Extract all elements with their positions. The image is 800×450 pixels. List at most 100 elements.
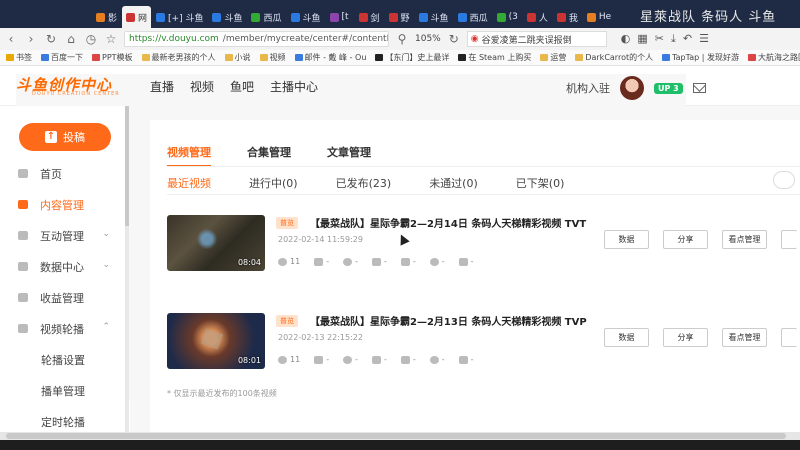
bookmark-item[interactable]: PPT模板 bbox=[92, 52, 133, 63]
extension-icon[interactable]: ◐ bbox=[621, 32, 631, 46]
browser-tab[interactable]: 斗鱼 bbox=[287, 6, 325, 28]
browser-tab[interactable]: He bbox=[583, 6, 615, 28]
browser-tab[interactable]: 西瓜 bbox=[454, 6, 492, 28]
browser-tab[interactable]: [t bbox=[326, 6, 354, 28]
sidebar-item-revenue[interactable]: 收益管理 bbox=[0, 282, 126, 313]
nav-anchor-center[interactable]: 主播中心 bbox=[270, 78, 318, 95]
bookmark-item[interactable]: 邮件 - 戴 峰 - Ou bbox=[294, 52, 366, 63]
bookmark-item[interactable]: 视频 bbox=[259, 52, 286, 63]
bookmark-item[interactable]: 大航海之路国服 bbox=[747, 52, 800, 63]
share-screen-icon bbox=[458, 257, 468, 266]
scrollbar-thumb[interactable] bbox=[125, 106, 129, 226]
bookmark-item[interactable]: DarkCarrot的个人 bbox=[575, 52, 653, 63]
video-title[interactable]: 【最菜战队】星际争霸2—2月13日 条码人天梯精彩视频 TVP bbox=[310, 313, 587, 328]
filter-published[interactable]: 已发布(23) bbox=[336, 175, 392, 191]
browser-tab-strip: 影 网 [+] 斗鱼 斗鱼 西瓜 斗鱼 [t 剑 野 斗鱼 西瓜 (3 人 我 … bbox=[0, 0, 800, 28]
sidebar-item-data[interactable]: 数据中心 ⌄ bbox=[0, 251, 126, 282]
more-button[interactable] bbox=[781, 230, 797, 249]
undo-icon[interactable]: ↶ bbox=[683, 32, 692, 46]
nav-yuba[interactable]: 鱼吧 bbox=[230, 78, 254, 95]
tab-favicon-icon bbox=[496, 12, 506, 22]
data-button[interactable]: 数据 bbox=[604, 230, 649, 249]
row-actions: 数据 分享 看点管理 bbox=[604, 230, 797, 249]
sidebar-item-playlist[interactable]: 播单管理 bbox=[0, 375, 126, 406]
list-footnote: * 仅显示最近发布的100条视频 bbox=[167, 389, 277, 398]
bookmark-item[interactable]: 【东门】史上最详 bbox=[375, 52, 449, 63]
mail-icon[interactable] bbox=[692, 83, 706, 93]
video-thumbnail[interactable]: 08:01 bbox=[167, 313, 265, 369]
bookmark-star-icon[interactable]: ☆ bbox=[104, 32, 118, 46]
bookmark-item[interactable]: 书签 bbox=[6, 52, 32, 63]
url-field[interactable]: https://v.douyu.com/member/mycreate/cent… bbox=[124, 31, 389, 47]
browser-tab[interactable]: 西瓜 bbox=[247, 6, 285, 28]
browser-tab-active[interactable]: 网 bbox=[122, 6, 152, 28]
highlight-manage-button[interactable]: 看点管理 bbox=[722, 328, 767, 347]
more-button[interactable] bbox=[781, 328, 797, 347]
upload-button[interactable]: ↑ 投稿 bbox=[19, 123, 111, 151]
avatar[interactable] bbox=[620, 76, 644, 100]
browser-tab[interactable]: [+] 斗鱼 bbox=[152, 6, 207, 28]
tab-favicon-icon bbox=[126, 12, 136, 22]
history-icon[interactable]: ◷ bbox=[84, 32, 98, 46]
steam-icon bbox=[458, 54, 467, 61]
highlight-manage-button[interactable]: 看点管理 bbox=[722, 230, 767, 249]
nav-live[interactable]: 直播 bbox=[150, 78, 174, 95]
sidebar-item-content[interactable]: 内容管理 bbox=[0, 189, 126, 220]
sidebar-item-home[interactable]: 首页 bbox=[0, 158, 126, 189]
tab-video-manage[interactable]: 视频管理 bbox=[167, 144, 211, 167]
browser-tab[interactable]: (3 bbox=[493, 6, 522, 28]
tab-collection-manage[interactable]: 合集管理 bbox=[247, 144, 291, 167]
bookmark-item[interactable]: 运营 bbox=[540, 52, 566, 63]
bookmark-item[interactable]: 小说 bbox=[224, 52, 251, 63]
home-icon[interactable]: ⌂ bbox=[64, 32, 78, 46]
sidebar-scrollbar[interactable] bbox=[125, 106, 129, 432]
browser-tab[interactable]: 人 bbox=[523, 6, 552, 28]
browser-tab[interactable]: 野 bbox=[385, 6, 414, 28]
search-input[interactable]: ◉ 谷爱凌第二跳夹误报倒 bbox=[466, 31, 607, 47]
data-button[interactable]: 数据 bbox=[604, 328, 649, 347]
comment-icon bbox=[343, 355, 353, 364]
bookmark-item[interactable]: TapTap | 发现好游 bbox=[662, 52, 739, 63]
menu-icon[interactable]: ☰ bbox=[699, 32, 709, 46]
video-duration: 08:04 bbox=[237, 258, 261, 267]
browser-tab[interactable]: 斗鱼 bbox=[208, 6, 246, 28]
sidebar-item-carousel[interactable]: 视频轮播 ⌃ bbox=[0, 313, 126, 344]
sidebar-item-interaction[interactable]: 互动管理 ⌄ bbox=[0, 220, 126, 251]
browser-tab[interactable]: 我 bbox=[553, 6, 582, 28]
grid-icon[interactable]: ▦ bbox=[637, 32, 647, 46]
zoom-level[interactable]: 105% bbox=[415, 34, 441, 44]
filter-removed[interactable]: 已下架(0) bbox=[516, 175, 565, 191]
video-title[interactable]: 【最菜战队】星际争霸2—2月14日 条码人天梯精彩视频 TVT bbox=[310, 215, 586, 230]
video-date: 2022-02-14 11:59:29 bbox=[278, 235, 363, 244]
video-thumbnail[interactable]: 08:04 bbox=[167, 215, 265, 271]
forward-icon[interactable]: › bbox=[24, 32, 38, 46]
browser-tab[interactable]: 影 bbox=[92, 6, 121, 28]
share-button[interactable]: 分享 bbox=[663, 328, 708, 347]
folder-icon bbox=[141, 54, 150, 61]
filter-recent[interactable]: 最近视频 bbox=[167, 175, 211, 191]
tab-article-manage[interactable]: 文章管理 bbox=[327, 144, 371, 167]
download-icon[interactable]: ⤓ bbox=[671, 32, 676, 46]
share-button[interactable]: 分享 bbox=[663, 230, 708, 249]
back-icon[interactable]: ‹ bbox=[4, 32, 18, 46]
bookmark-item[interactable]: 在 Steam 上购买 bbox=[458, 52, 531, 63]
horizontal-scrollbar[interactable] bbox=[0, 432, 800, 440]
site-logo[interactable]: 斗鱼创作中心 DOUYU CREATION CENTER bbox=[16, 74, 686, 400]
nav-video[interactable]: 视频 bbox=[190, 78, 214, 95]
refresh-page-icon[interactable]: ↻ bbox=[447, 32, 461, 46]
bookmark-item[interactable]: 百度一下 bbox=[41, 52, 83, 63]
org-join-link[interactable]: 机构入驻 bbox=[566, 80, 610, 96]
scissors-icon[interactable]: ✂ bbox=[655, 32, 664, 46]
refresh-icon[interactable]: ↻ bbox=[44, 32, 58, 46]
scrollbar-thumb[interactable] bbox=[6, 433, 786, 439]
zoom-icon: ⚲ bbox=[397, 32, 407, 46]
stat-coins: - bbox=[429, 257, 445, 266]
stat-favorites: - bbox=[371, 257, 387, 266]
filter-rejected[interactable]: 未通过(0) bbox=[429, 175, 478, 191]
browser-tab[interactable]: 斗鱼 bbox=[415, 6, 453, 28]
bookmark-item[interactable]: 最新老男孩的个人 bbox=[141, 52, 216, 63]
sidebar-item-carousel-settings[interactable]: 轮播设置 bbox=[0, 344, 126, 375]
filter-more-button[interactable] bbox=[773, 171, 795, 189]
browser-tab[interactable]: 剑 bbox=[355, 6, 384, 28]
filter-in-progress[interactable]: 进行中(0) bbox=[249, 175, 298, 191]
